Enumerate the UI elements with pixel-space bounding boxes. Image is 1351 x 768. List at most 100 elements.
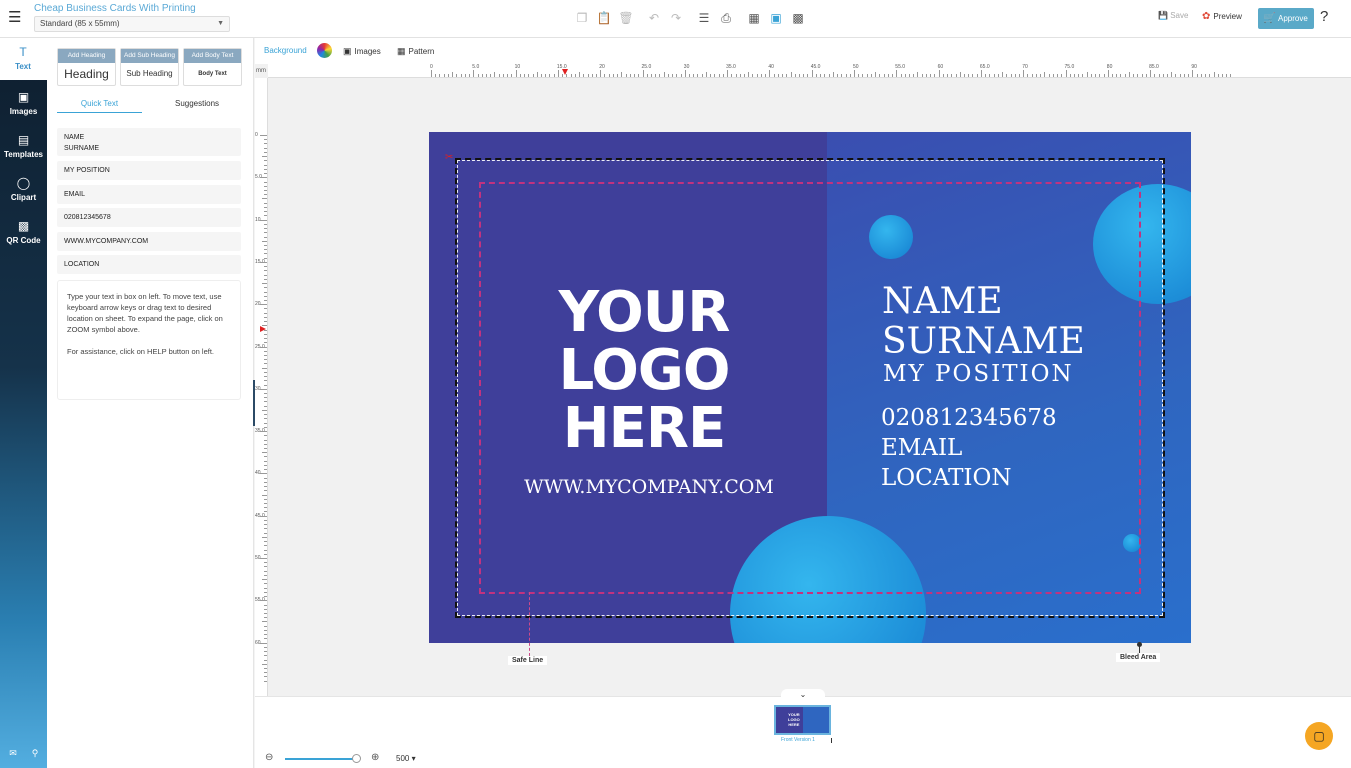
chevron-down-icon[interactable]: ⌄ xyxy=(781,689,825,701)
top-bar: ☰ Cheap Business Cards With Printing Sta… xyxy=(0,0,1351,38)
ruler-tick xyxy=(866,74,868,77)
website-field[interactable]: WWW.MYCOMPANY.COM xyxy=(57,232,241,251)
copy-icon[interactable]: ❐ xyxy=(574,9,590,27)
ruler-tick xyxy=(264,587,267,589)
text-panel: Add Heading Heading Add Sub Heading Sub … xyxy=(47,38,254,768)
add-body-text-button[interactable]: Add Body Text Body Text xyxy=(183,48,242,86)
redo-icon[interactable]: ↷ xyxy=(668,9,684,27)
size-select[interactable]: Standard (85 x 55mm) ▼ xyxy=(34,16,230,32)
ruler-tick xyxy=(264,477,267,479)
ruler-tick xyxy=(485,74,487,77)
ruler-tick xyxy=(769,70,771,77)
zoom-value-select[interactable]: 500 ▾ xyxy=(396,754,416,763)
ruler-tick xyxy=(262,367,267,369)
product-title[interactable]: Cheap Business Cards With Printing xyxy=(34,3,196,14)
ruler-tick xyxy=(1035,74,1037,77)
ruler-marker-left[interactable] xyxy=(260,326,266,332)
add-heading-button[interactable]: Add Heading Heading xyxy=(57,48,116,86)
email-field[interactable]: EMAIL xyxy=(57,185,241,204)
add-sub-heading-button[interactable]: Add Sub Heading Sub Heading xyxy=(120,48,179,86)
approve-button[interactable]: 🛒 Approve xyxy=(1258,8,1314,29)
ruler-tick xyxy=(1120,74,1122,77)
ruler-tick xyxy=(1209,74,1211,77)
zoom-slider[interactable] xyxy=(285,758,357,760)
chat-bubble-icon[interactable]: ✉ xyxy=(6,748,20,760)
ruler-tick xyxy=(549,74,551,77)
ruler-tick xyxy=(264,363,267,365)
snap-grid-icon[interactable]: ▩ xyxy=(790,9,806,27)
assistance-text: For assistance, click on HELP button on … xyxy=(67,347,215,356)
ruler-tick xyxy=(264,139,267,141)
pdf-proof-icon[interactable]: ⎙ xyxy=(718,9,734,27)
ruler-tick xyxy=(260,431,267,433)
ruler-tick xyxy=(600,70,602,77)
rail-item-text[interactable]: T Text xyxy=(0,38,47,80)
tab-quick-text[interactable]: Quick Text xyxy=(57,97,142,113)
save-button[interactable]: 💾 Save xyxy=(1158,11,1188,20)
ruler-tick xyxy=(264,435,267,437)
layers-icon[interactable]: ☰ xyxy=(696,9,712,27)
ruler-tick xyxy=(264,299,267,301)
ruler-tick xyxy=(262,198,267,200)
preview-button[interactable]: ✿ Preview xyxy=(1202,11,1242,22)
pattern-button[interactable]: ▦ Pattern xyxy=(397,46,434,57)
live-chat-button[interactable]: ▢ xyxy=(1305,722,1333,750)
name-field[interactable]: NAME SURNAME xyxy=(57,128,241,156)
rail-item-images[interactable]: ▣ Images xyxy=(0,83,47,125)
ruler-tick xyxy=(731,74,733,77)
delete-icon[interactable]: 🗑 xyxy=(618,9,634,27)
ruler-tick xyxy=(1082,74,1084,77)
background-images-button[interactable]: ▣ Images xyxy=(343,46,381,57)
ruler-tick xyxy=(612,74,614,77)
rail-item-qr-code[interactable]: ▩ QR Code xyxy=(0,212,47,254)
background-button[interactable]: Background xyxy=(264,46,307,55)
ruler-tick xyxy=(832,72,834,77)
design-canvas[interactable]: mm 0 5.0 10 15.0 20 25.0 30 35.0 40 45.0 50 55.0 60 6… xyxy=(255,64,1351,696)
paste-icon[interactable]: 📋 xyxy=(596,9,612,27)
ruler-tick xyxy=(264,321,267,323)
position-field[interactable]: MY POSITION xyxy=(57,161,241,180)
ruler-tick xyxy=(659,74,661,77)
ruler-tick xyxy=(431,70,432,77)
ruler-tick xyxy=(264,312,267,314)
rail-item-clipart[interactable]: ◯ Clipart xyxy=(0,169,47,211)
menu-icon[interactable]: ☰ xyxy=(8,10,22,25)
ruler-tick xyxy=(760,74,762,77)
zoom-in-icon[interactable]: ⊕ xyxy=(371,752,379,763)
ruler-tick xyxy=(985,74,987,77)
grid-icon[interactable]: ▦ xyxy=(746,9,762,27)
ruler-marker-top[interactable] xyxy=(562,69,568,75)
page-thumbnail-front[interactable]: YOUR LOGO HERE xyxy=(774,705,831,735)
ruler-tick xyxy=(777,74,779,77)
business-card[interactable]: YOUR LOGO HERE WWW.MYCOMPANY.COM NAME SU… xyxy=(429,132,1191,643)
undo-icon[interactable]: ↶ xyxy=(646,9,662,27)
bleed-guides-icon[interactable]: ▣ xyxy=(768,9,784,27)
ruler-tick xyxy=(870,74,872,77)
zoom-out-icon[interactable]: ⊖ xyxy=(265,752,273,763)
ruler-tick xyxy=(264,638,267,640)
ruler-tick xyxy=(264,659,267,661)
ruler-tick xyxy=(264,612,267,614)
ruler-tick xyxy=(1154,74,1156,77)
bulb-icon[interactable]: ⚲ xyxy=(28,748,42,760)
ruler-tick xyxy=(672,74,674,77)
text-icon: T xyxy=(19,45,27,59)
help-button[interactable]: ? xyxy=(1320,8,1328,25)
tab-suggestions[interactable]: Suggestions xyxy=(157,97,237,113)
save-icon: 💾 xyxy=(1158,11,1168,20)
ruler-tick xyxy=(519,74,521,77)
ruler-tick xyxy=(1010,74,1012,77)
ruler-tick xyxy=(264,608,267,610)
zoom-slider-handle[interactable] xyxy=(352,754,361,763)
color-wheel-icon[interactable] xyxy=(317,43,332,58)
ruler-tick xyxy=(264,655,267,657)
location-field[interactable]: LOCATION xyxy=(57,255,241,274)
ruler-tick xyxy=(1031,74,1033,77)
ruler-tick xyxy=(1179,74,1181,77)
safe-line-label: Safe Line xyxy=(508,656,548,665)
ruler-tick xyxy=(524,74,526,77)
ruler-tick xyxy=(676,74,678,77)
page-strip: ⌄ YOUR LOGO HERE Front Version 1 xyxy=(255,689,1351,749)
phone-field[interactable]: 020812345678 xyxy=(57,208,241,227)
rail-item-templates[interactable]: ▤ Templates xyxy=(0,126,47,168)
